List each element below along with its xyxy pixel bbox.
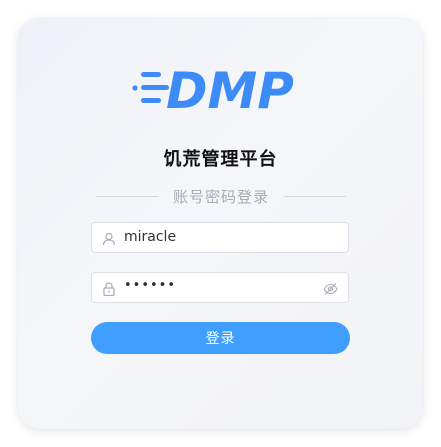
login-method-divider: 账号密码登录 — [96, 186, 346, 206]
eye-off-icon[interactable] — [323, 281, 338, 295]
username-field[interactable]: miracle — [91, 222, 349, 253]
username-value[interactable]: miracle — [124, 229, 176, 245]
divider-line-right — [284, 196, 346, 197]
user-icon — [102, 231, 116, 246]
password-value[interactable]: •••••• — [124, 278, 176, 293]
page-title: 饥荒管理平台 — [163, 149, 278, 170]
dmp-logo: DMP — [132, 62, 294, 114]
password-field[interactable]: •••••• — [91, 272, 349, 303]
lock-icon — [102, 281, 116, 297]
login-button[interactable]: 登录 — [91, 322, 350, 354]
logo-text: DMP — [166, 62, 294, 114]
